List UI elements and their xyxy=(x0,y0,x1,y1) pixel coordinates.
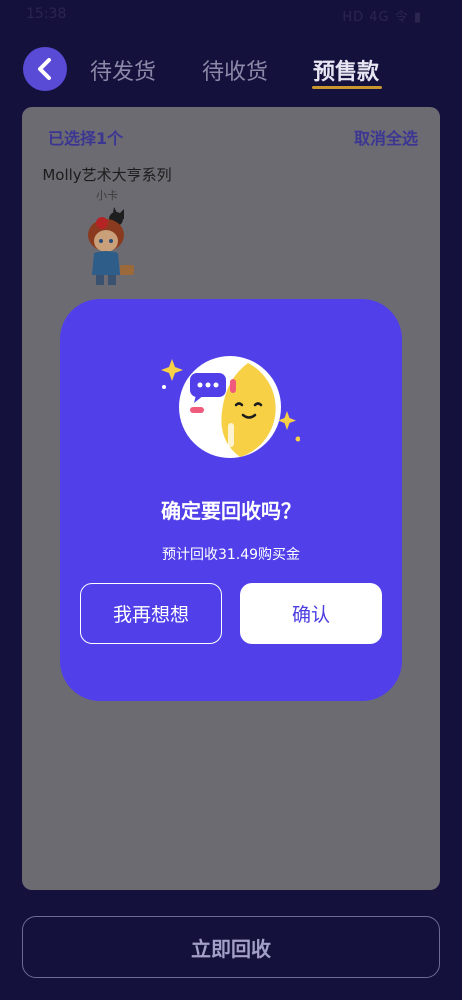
deselect-all-button[interactable]: 取消全选 xyxy=(354,125,418,149)
status-indicators: HD 4G 令 ▮ xyxy=(342,10,422,25)
product-figure-image xyxy=(88,207,134,285)
product-item[interactable]: Molly艺术大亨系列 小卡 xyxy=(42,165,172,289)
recycle-now-button[interactable]: 立即回收 xyxy=(22,916,440,978)
product-subtitle: 小卡 xyxy=(96,189,118,202)
selected-count: 已选择1个 xyxy=(48,129,124,148)
active-tab-indicator xyxy=(312,86,382,89)
think-again-button[interactable]: 我再想想 xyxy=(80,583,222,644)
recycle-illustration-icon xyxy=(161,356,300,458)
dialog-title: 确定要回收吗？ xyxy=(161,499,301,523)
dialog-description: 预计回收31.49购买金 xyxy=(161,547,301,563)
tab-pending-receipt[interactable]: 待收货 xyxy=(202,54,268,86)
confirm-button[interactable]: 确认 xyxy=(240,583,382,644)
back-button[interactable] xyxy=(23,47,67,91)
recycle-confirm-dialog: 确定要回收吗？ 预计回收31.49购买金 我再想想 确认 xyxy=(60,299,402,701)
tab-presale[interactable]: 预售款 xyxy=(313,54,379,86)
tab-pending-shipment[interactable]: 待发货 xyxy=(90,54,156,86)
status-bar: 15:38 HD 4G 令 ▮ xyxy=(0,0,462,34)
product-name: Molly艺术大亨系列 xyxy=(42,166,172,184)
status-time: 15:38 xyxy=(26,6,67,22)
chevron-left-icon xyxy=(38,58,51,80)
